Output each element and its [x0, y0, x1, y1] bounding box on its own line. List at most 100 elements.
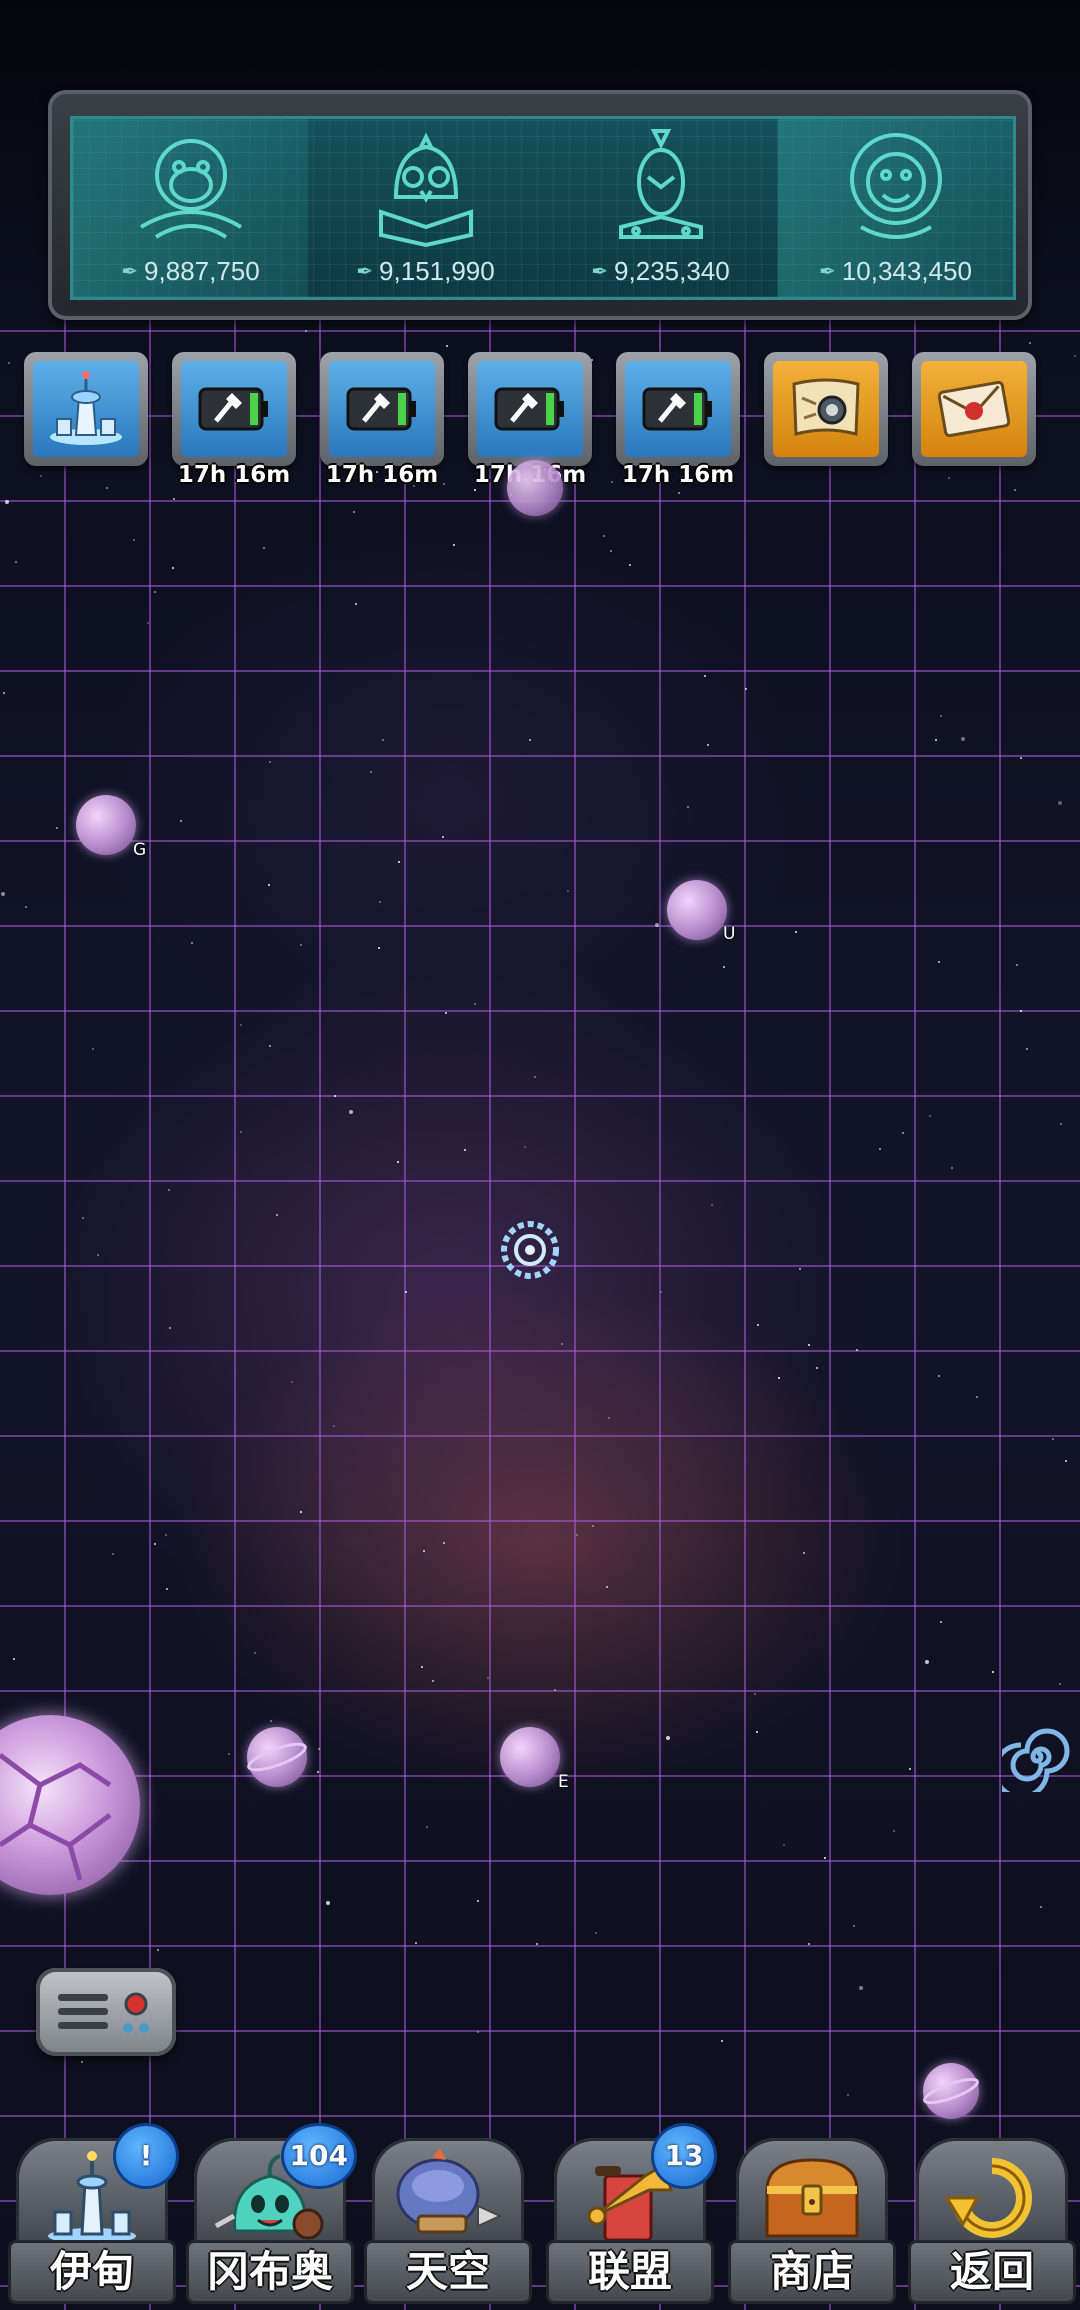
- star: [803, 1552, 805, 1554]
- shop-chest-icon: [765, 2158, 859, 2238]
- notification-badge: 104: [283, 2126, 354, 2186]
- base-station-button[interactable]: [24, 352, 148, 466]
- star: [847, 2094, 849, 2096]
- star: [799, 1268, 801, 1270]
- star: [168, 1189, 170, 1191]
- star: [778, 1377, 780, 1379]
- star: [291, 1381, 293, 1383]
- star: [300, 944, 302, 946]
- excavation-slot-2[interactable]: 17h 16m: [320, 352, 444, 488]
- star: [398, 861, 400, 863]
- star: [655, 923, 659, 927]
- star: [976, 1396, 978, 1398]
- star: [276, 1214, 278, 1216]
- treasure-map-button[interactable]: [764, 352, 888, 466]
- nav-label: 商店: [728, 2240, 896, 2304]
- star: [300, 1511, 302, 1513]
- nav-alliance[interactable]: 13 联盟: [544, 2126, 716, 2310]
- star: [317, 1771, 319, 1773]
- excavation-slot-1[interactable]: 17h 16m: [172, 352, 296, 488]
- faction-monkey[interactable]: ✒ 9,887,750: [73, 119, 308, 297]
- faction-bird[interactable]: ✒ 9,235,340: [543, 119, 778, 297]
- star: [112, 1553, 114, 1555]
- star: [453, 544, 455, 546]
- monkey-emblem-icon: [139, 139, 242, 239]
- nav-gumball[interactable]: 104 冈布奥: [184, 2126, 356, 2310]
- excavation-slot-3[interactable]: 17h 16m: [468, 352, 592, 488]
- excavation-slot-4[interactable]: 17h 16m: [616, 352, 740, 488]
- star: [432, 1680, 434, 1682]
- star: [745, 688, 747, 690]
- faction-owl[interactable]: ✒ 9,151,990: [308, 119, 543, 297]
- faction-lion[interactable]: ✒ 10,343,450: [778, 119, 1013, 297]
- nav-return[interactable]: 返回: [906, 2130, 1078, 2310]
- star: [757, 1324, 759, 1326]
- star: [40, 475, 42, 477]
- chat-console-button[interactable]: [36, 1968, 176, 2056]
- star: [82, 1217, 84, 1219]
- star: [169, 1327, 171, 1329]
- star: [723, 966, 725, 968]
- notification-badge: 13: [654, 2126, 714, 2186]
- wormhole-portal[interactable]: [992, 1722, 1072, 1800]
- star: [443, 1542, 445, 1544]
- star: [147, 622, 149, 624]
- star: [992, 1671, 994, 1673]
- star: [529, 739, 531, 741]
- base-station-icon: [50, 371, 122, 445]
- star: [902, 1132, 904, 1134]
- faction-score-value: 9,887,750: [144, 256, 260, 286]
- ringed-planet-node[interactable]: [923, 2063, 979, 2119]
- star: [426, 1826, 428, 1828]
- star: [405, 1291, 407, 1293]
- star: [711, 1204, 713, 1206]
- owl-emblem-icon: [378, 132, 473, 247]
- star: [270, 1720, 272, 1722]
- planet-node[interactable]: [667, 880, 727, 940]
- star: [948, 477, 950, 479]
- dig-timer: 17h 16m: [325, 462, 439, 488]
- star: [477, 1900, 479, 1902]
- planet-node[interactable]: [500, 1727, 560, 1787]
- star: [191, 942, 193, 944]
- star: [477, 2031, 479, 2033]
- nav-sky[interactable]: 天空: [362, 2130, 534, 2310]
- star: [1026, 1048, 1028, 1050]
- home-planet[interactable]: [0, 1715, 140, 1895]
- star: [925, 1660, 929, 1664]
- target-ring-icon: [501, 1221, 559, 1279]
- nav-shop[interactable]: 商店: [726, 2130, 898, 2310]
- star: [81, 2061, 83, 2063]
- star: [446, 345, 448, 347]
- star: [935, 739, 937, 741]
- ringed-planet-node[interactable]: [247, 1727, 307, 1787]
- planet-label: G: [133, 840, 147, 860]
- star: [678, 492, 680, 494]
- star: [754, 1693, 756, 1695]
- tool-bar: 17h 16m 17h 16m 17h 16m: [24, 352, 1060, 488]
- star: [938, 961, 940, 963]
- star: [15, 561, 17, 563]
- planet-crack-pattern: [0, 1753, 112, 1881]
- star: [856, 1349, 858, 1351]
- current-location-marker[interactable]: [500, 1220, 560, 1280]
- star: [382, 739, 384, 741]
- planet-node[interactable]: [507, 460, 563, 516]
- star: [415, 1942, 417, 1944]
- star: [707, 744, 709, 746]
- star: [808, 1344, 810, 1346]
- star: [595, 1932, 597, 1934]
- planet-node[interactable]: [76, 795, 136, 855]
- nav-eden[interactable]: ! 伊甸: [6, 2126, 178, 2310]
- star: [536, 1943, 538, 1945]
- planet-label: U: [723, 924, 736, 944]
- faction-score-board: ✒ 9,887,750 ✒ 9,151,990 ✒ 9,235,340 ✒ 10…: [70, 116, 1016, 300]
- nav-label: 联盟: [546, 2240, 714, 2304]
- battery-shovel-icon: [642, 387, 712, 431]
- star: [567, 890, 569, 892]
- star: [269, 1045, 271, 1047]
- battery-shovel-icon: [198, 387, 268, 431]
- star: [172, 567, 174, 569]
- mail-button[interactable]: [912, 352, 1036, 466]
- star: [808, 1943, 810, 1945]
